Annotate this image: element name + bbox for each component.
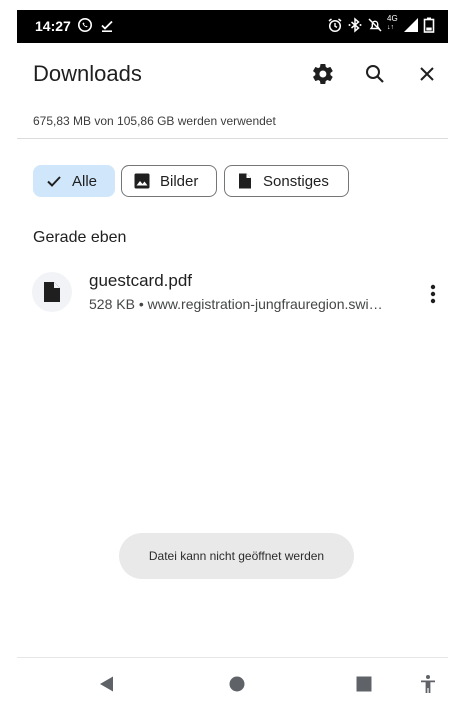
download-done-icon [99, 17, 115, 36]
phone-screen: 14:27 4G ↓↑ Downloads 675,83 MB von 105,… [17, 10, 448, 707]
mute-icon [367, 17, 383, 36]
settings-button[interactable] [307, 58, 339, 90]
top-app-bar: Downloads [17, 43, 448, 105]
whatsapp-icon [77, 17, 93, 36]
file-avatar [32, 272, 72, 312]
home-icon [229, 676, 245, 692]
accessibility-icon [421, 675, 435, 693]
chip-bilder[interactable]: Bilder [121, 165, 217, 197]
chip-label: Bilder [160, 172, 199, 190]
signal-icon [403, 17, 419, 36]
close-icon [420, 67, 434, 81]
chip-label: Sonstiges [263, 172, 329, 190]
back-icon [100, 676, 113, 692]
accessibility-button[interactable] [414, 670, 442, 698]
section-header: Gerade eben [33, 229, 127, 246]
chip-label: Alle [72, 172, 98, 190]
file-icon [235, 171, 255, 191]
back-button[interactable] [93, 670, 121, 698]
recents-icon [356, 676, 372, 692]
network-4g-icon: 4G ↓↑ [387, 14, 398, 32]
search-button[interactable] [359, 58, 391, 90]
more-vert-icon [430, 284, 436, 304]
chip-alle[interactable]: Alle [33, 165, 115, 197]
image-icon [132, 171, 152, 191]
list-item[interactable]: guestcard.pdf 528 KB • www.registration-… [17, 260, 448, 332]
network-label: 4G [387, 14, 398, 23]
close-button[interactable] [411, 58, 443, 90]
status-time: 14:27 [35, 18, 71, 34]
toast-message: Datei kann nicht geöffnet werden [119, 533, 354, 579]
divider [17, 138, 448, 139]
chip-sonstiges[interactable]: Sonstiges [224, 165, 349, 197]
alarm-icon [327, 17, 343, 36]
check-icon [44, 171, 64, 191]
status-bar: 14:27 4G ↓↑ [17, 10, 448, 43]
page-title: Downloads [33, 61, 142, 86]
search-icon [366, 65, 384, 83]
toast-text: Datei kann nicht geöffnet werden [148, 549, 325, 563]
file-icon [44, 282, 60, 302]
storage-usage: 675,83 MB von 105,86 GB werden verwendet [33, 114, 276, 128]
navigation-bar [17, 657, 448, 707]
battery-icon [423, 17, 435, 36]
file-name: guestcard.pdf [89, 271, 193, 290]
bluetooth-icon [347, 17, 363, 36]
gear-icon [313, 63, 333, 85]
file-meta: 528 KB • www.registration-jungfrauregion… [89, 296, 383, 312]
more-options-button[interactable] [417, 278, 448, 310]
home-button[interactable] [223, 670, 251, 698]
recents-button[interactable] [350, 670, 378, 698]
